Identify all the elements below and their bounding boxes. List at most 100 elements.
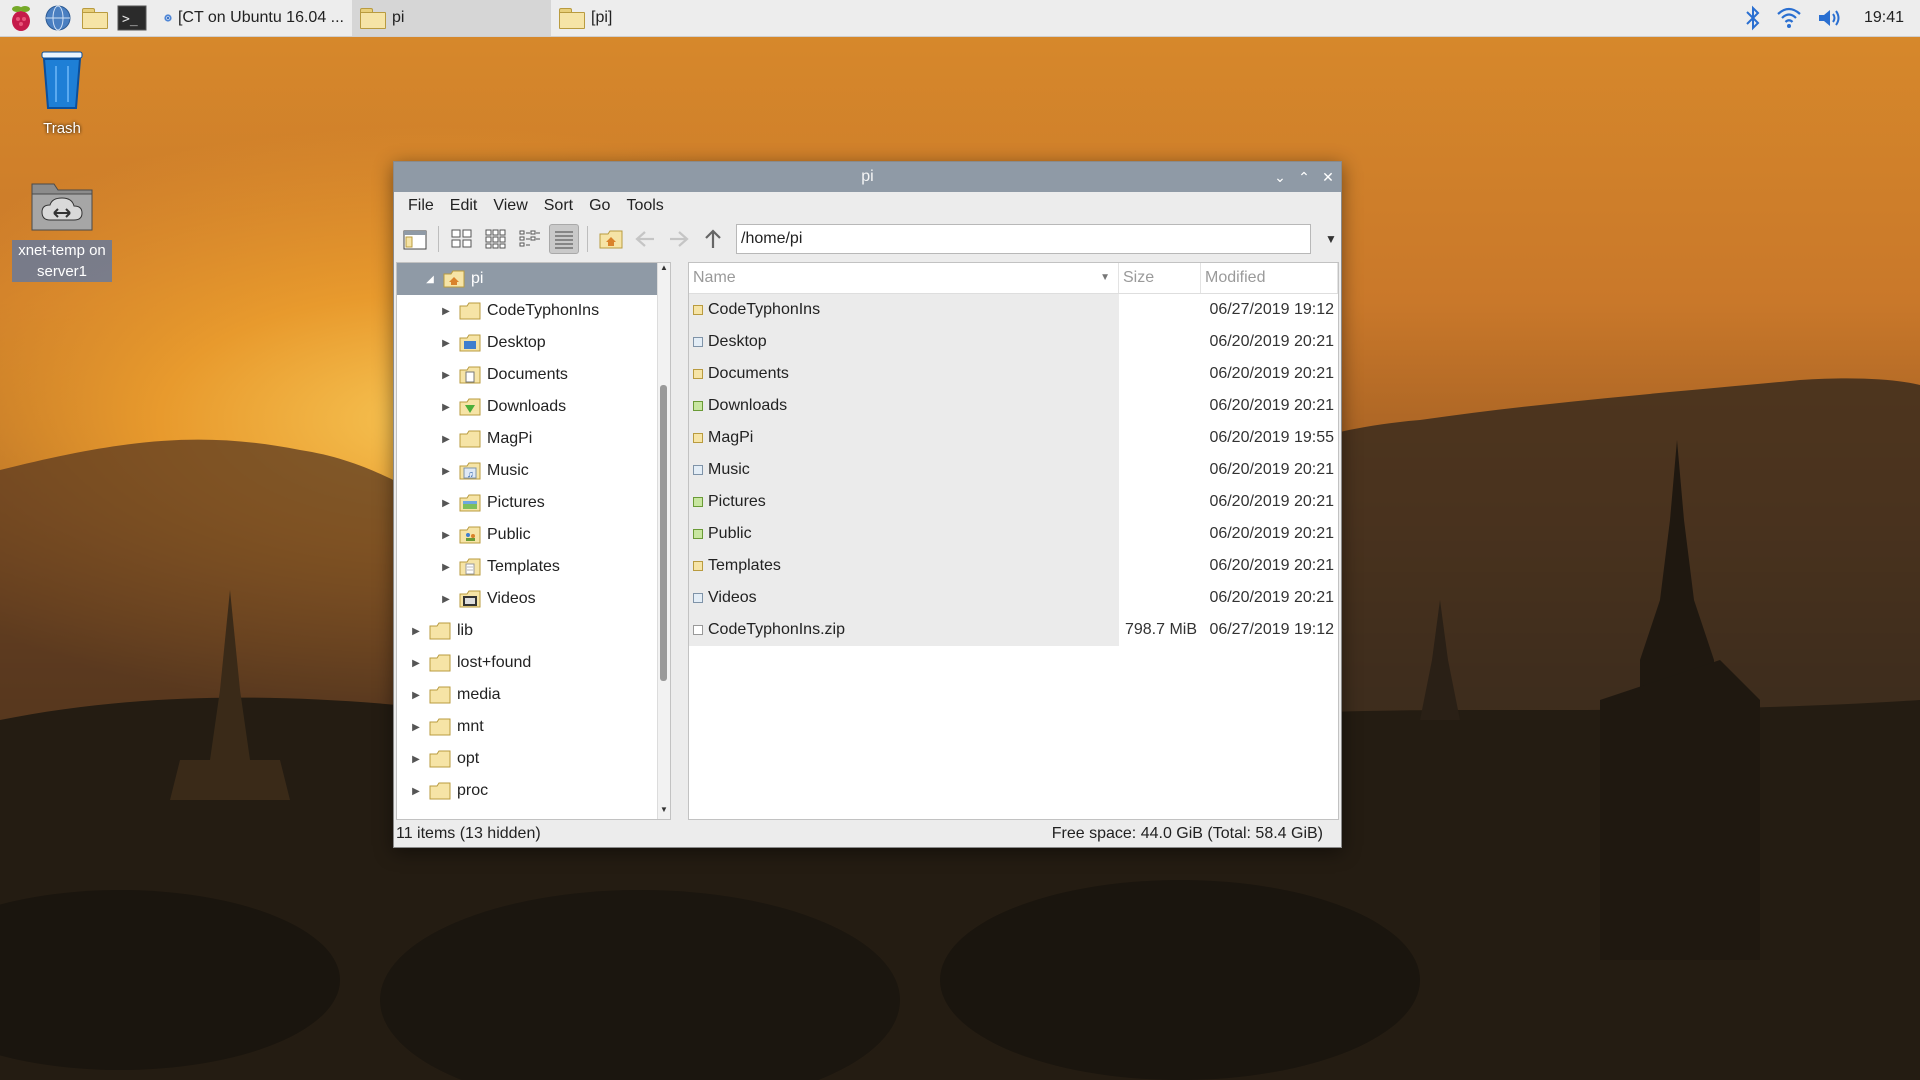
tree-item-public[interactable]: ▶ Public <box>397 519 670 551</box>
menu-sort[interactable]: Sort <box>536 197 581 215</box>
scroll-down-icon[interactable]: ▼ <box>658 805 670 819</box>
file-manager-icon[interactable] <box>79 3 111 33</box>
bluetooth-icon[interactable] <box>1744 5 1762 31</box>
menu-tools[interactable]: Tools <box>618 197 671 215</box>
terminal-icon[interactable]: >_ <box>116 3 148 33</box>
wifi-icon[interactable] <box>1776 6 1802 30</box>
tree-item-label: media <box>457 686 501 703</box>
maximize-icon[interactable]: ⌃ <box>1297 169 1311 185</box>
chevron-down-icon[interactable]: ▼ <box>1321 232 1341 246</box>
desktop-network-share[interactable]: xnet-temp on server1 <box>12 176 112 282</box>
expand-arrow-icon[interactable]: ▶ <box>409 786 423 797</box>
tree-item-label: Pictures <box>487 494 545 511</box>
tree-item-documents[interactable]: ▶ Documents <box>397 359 670 391</box>
tree-item-videos[interactable]: ▶ Videos <box>397 583 670 615</box>
file-row[interactable]: Desktop 06/20/2019 20:21 <box>689 326 1338 358</box>
expand-arrow-icon[interactable]: ▶ <box>439 402 453 413</box>
icon-view-icon[interactable] <box>447 224 477 254</box>
file-row[interactable]: Templates 06/20/2019 20:21 <box>689 550 1338 582</box>
file-row[interactable]: CodeTyphonIns 06/27/2019 19:12 <box>689 294 1338 326</box>
tree-item-mnt[interactable]: ▶ mnt <box>397 711 670 743</box>
collapse-arrow-icon[interactable]: ◢ <box>423 274 437 285</box>
tree-item-lib[interactable]: ▶ lib <box>397 615 670 647</box>
file-name: Documents <box>708 365 789 382</box>
forward-icon[interactable] <box>664 224 694 254</box>
tree-item-label: MagPi <box>487 430 533 447</box>
expand-arrow-icon[interactable]: ▶ <box>409 690 423 701</box>
close-icon[interactable]: ✕ <box>1321 169 1335 185</box>
expand-arrow-icon[interactable]: ▶ <box>439 466 453 477</box>
scrollbar-thumb[interactable] <box>660 385 667 681</box>
volume-icon[interactable] <box>1816 6 1842 30</box>
file-row[interactable]: Public 06/20/2019 20:21 <box>689 518 1338 550</box>
tree-item-music[interactable]: ▶ ♫ Music <box>397 455 670 487</box>
up-icon[interactable] <box>698 224 728 254</box>
back-icon[interactable] <box>630 224 660 254</box>
tree-item-opt[interactable]: ▶ opt <box>397 743 670 775</box>
window-titlebar[interactable]: pi ⌄ ⌃ ✕ <box>394 162 1341 192</box>
tree-item-pi[interactable]: ◢ pi <box>397 263 670 295</box>
scroll-up-icon[interactable]: ▲ <box>658 263 670 277</box>
downloads-folder-icon <box>693 401 703 411</box>
task-pi[interactable]: pi <box>352 0 551 36</box>
expand-arrow-icon[interactable]: ▶ <box>409 754 423 765</box>
tree-item-proc[interactable]: ▶ proc <box>397 775 670 807</box>
file-size: 798.7 MiB <box>1124 621 1197 638</box>
raspberry-menu-icon[interactable] <box>5 3 37 33</box>
tree-item-lost-found[interactable]: ▶ lost+found <box>397 647 670 679</box>
tree-item-downloads[interactable]: ▶ Downloads <box>397 391 670 423</box>
tree-item-codetyphonins[interactable]: ▶ CodeTyphonIns <box>397 295 670 327</box>
file-row[interactable]: MagPi 06/20/2019 19:55 <box>689 422 1338 454</box>
folder-icon <box>559 8 585 29</box>
file-row[interactable]: Music 06/20/2019 20:21 <box>689 454 1338 486</box>
web-browser-icon[interactable] <box>42 3 74 33</box>
menu-edit[interactable]: Edit <box>442 197 486 215</box>
tree-item-media[interactable]: ▶ media <box>397 679 670 711</box>
detailed-list-view-icon[interactable] <box>549 224 579 254</box>
column-header-size[interactable]: Size <box>1119 263 1201 293</box>
desktop-trash[interactable]: Trash <box>12 46 112 139</box>
expand-arrow-icon[interactable]: ▶ <box>439 530 453 541</box>
menu-view[interactable]: View <box>485 197 535 215</box>
task-chromium[interactable]: [CT on Ubuntu 16.04 ... <box>156 0 352 36</box>
home-icon[interactable] <box>596 224 626 254</box>
file-size <box>1119 550 1201 582</box>
tree-item-pictures[interactable]: ▶ Pictures <box>397 487 670 519</box>
templates-folder-icon <box>693 561 703 571</box>
clock[interactable]: 19:41 <box>1864 9 1904 27</box>
file-row[interactable]: Downloads 06/20/2019 20:21 <box>689 390 1338 422</box>
expand-arrow-icon[interactable]: ▶ <box>439 594 453 605</box>
folder-icon <box>429 782 451 800</box>
file-row[interactable]: Pictures 06/20/2019 20:21 <box>689 486 1338 518</box>
expand-arrow-icon[interactable]: ▶ <box>439 562 453 573</box>
compact-view-icon[interactable] <box>515 224 545 254</box>
tree-item-label: Public <box>487 526 531 543</box>
expand-arrow-icon[interactable]: ▶ <box>439 306 453 317</box>
thumbnail-view-icon[interactable] <box>481 224 511 254</box>
file-row[interactable]: CodeTyphonIns.zip 798.7 MiB 06/27/2019 19:… <box>689 614 1338 646</box>
expand-arrow-icon[interactable]: ▶ <box>439 338 453 349</box>
column-header-name[interactable]: Name ▼ <box>689 263 1119 293</box>
tree-item-label: proc <box>457 782 489 799</box>
path-input[interactable]: /home/pi <box>736 224 1311 254</box>
expand-arrow-icon[interactable]: ▶ <box>439 370 453 381</box>
task-pi-bracket[interactable]: [pi] <box>551 0 750 36</box>
menu-go[interactable]: Go <box>581 197 618 215</box>
tree-scrollbar[interactable]: ▲ ▼ <box>657 263 670 819</box>
column-header-modified[interactable]: Modified <box>1201 263 1338 293</box>
expand-arrow-icon[interactable]: ▶ <box>409 658 423 669</box>
new-window-icon[interactable] <box>400 224 430 254</box>
expand-arrow-icon[interactable]: ▶ <box>409 626 423 637</box>
menu-file[interactable]: File <box>400 197 442 215</box>
tree-item-magpi[interactable]: ▶ MagPi <box>397 423 670 455</box>
expand-arrow-icon[interactable]: ▶ <box>409 722 423 733</box>
desktop-icon-label: xnet-temp on server1 <box>12 240 112 282</box>
file-row[interactable]: Documents 06/20/2019 20:21 <box>689 358 1338 390</box>
file-row[interactable]: Videos 06/20/2019 20:21 <box>689 582 1338 614</box>
status-item-count: 11 items (13 hidden) <box>396 825 541 842</box>
expand-arrow-icon[interactable]: ▶ <box>439 498 453 509</box>
minimize-icon[interactable]: ⌄ <box>1273 169 1287 185</box>
tree-item-templates[interactable]: ▶ Templates <box>397 551 670 583</box>
tree-item-desktop[interactable]: ▶ Desktop <box>397 327 670 359</box>
expand-arrow-icon[interactable]: ▶ <box>439 434 453 445</box>
